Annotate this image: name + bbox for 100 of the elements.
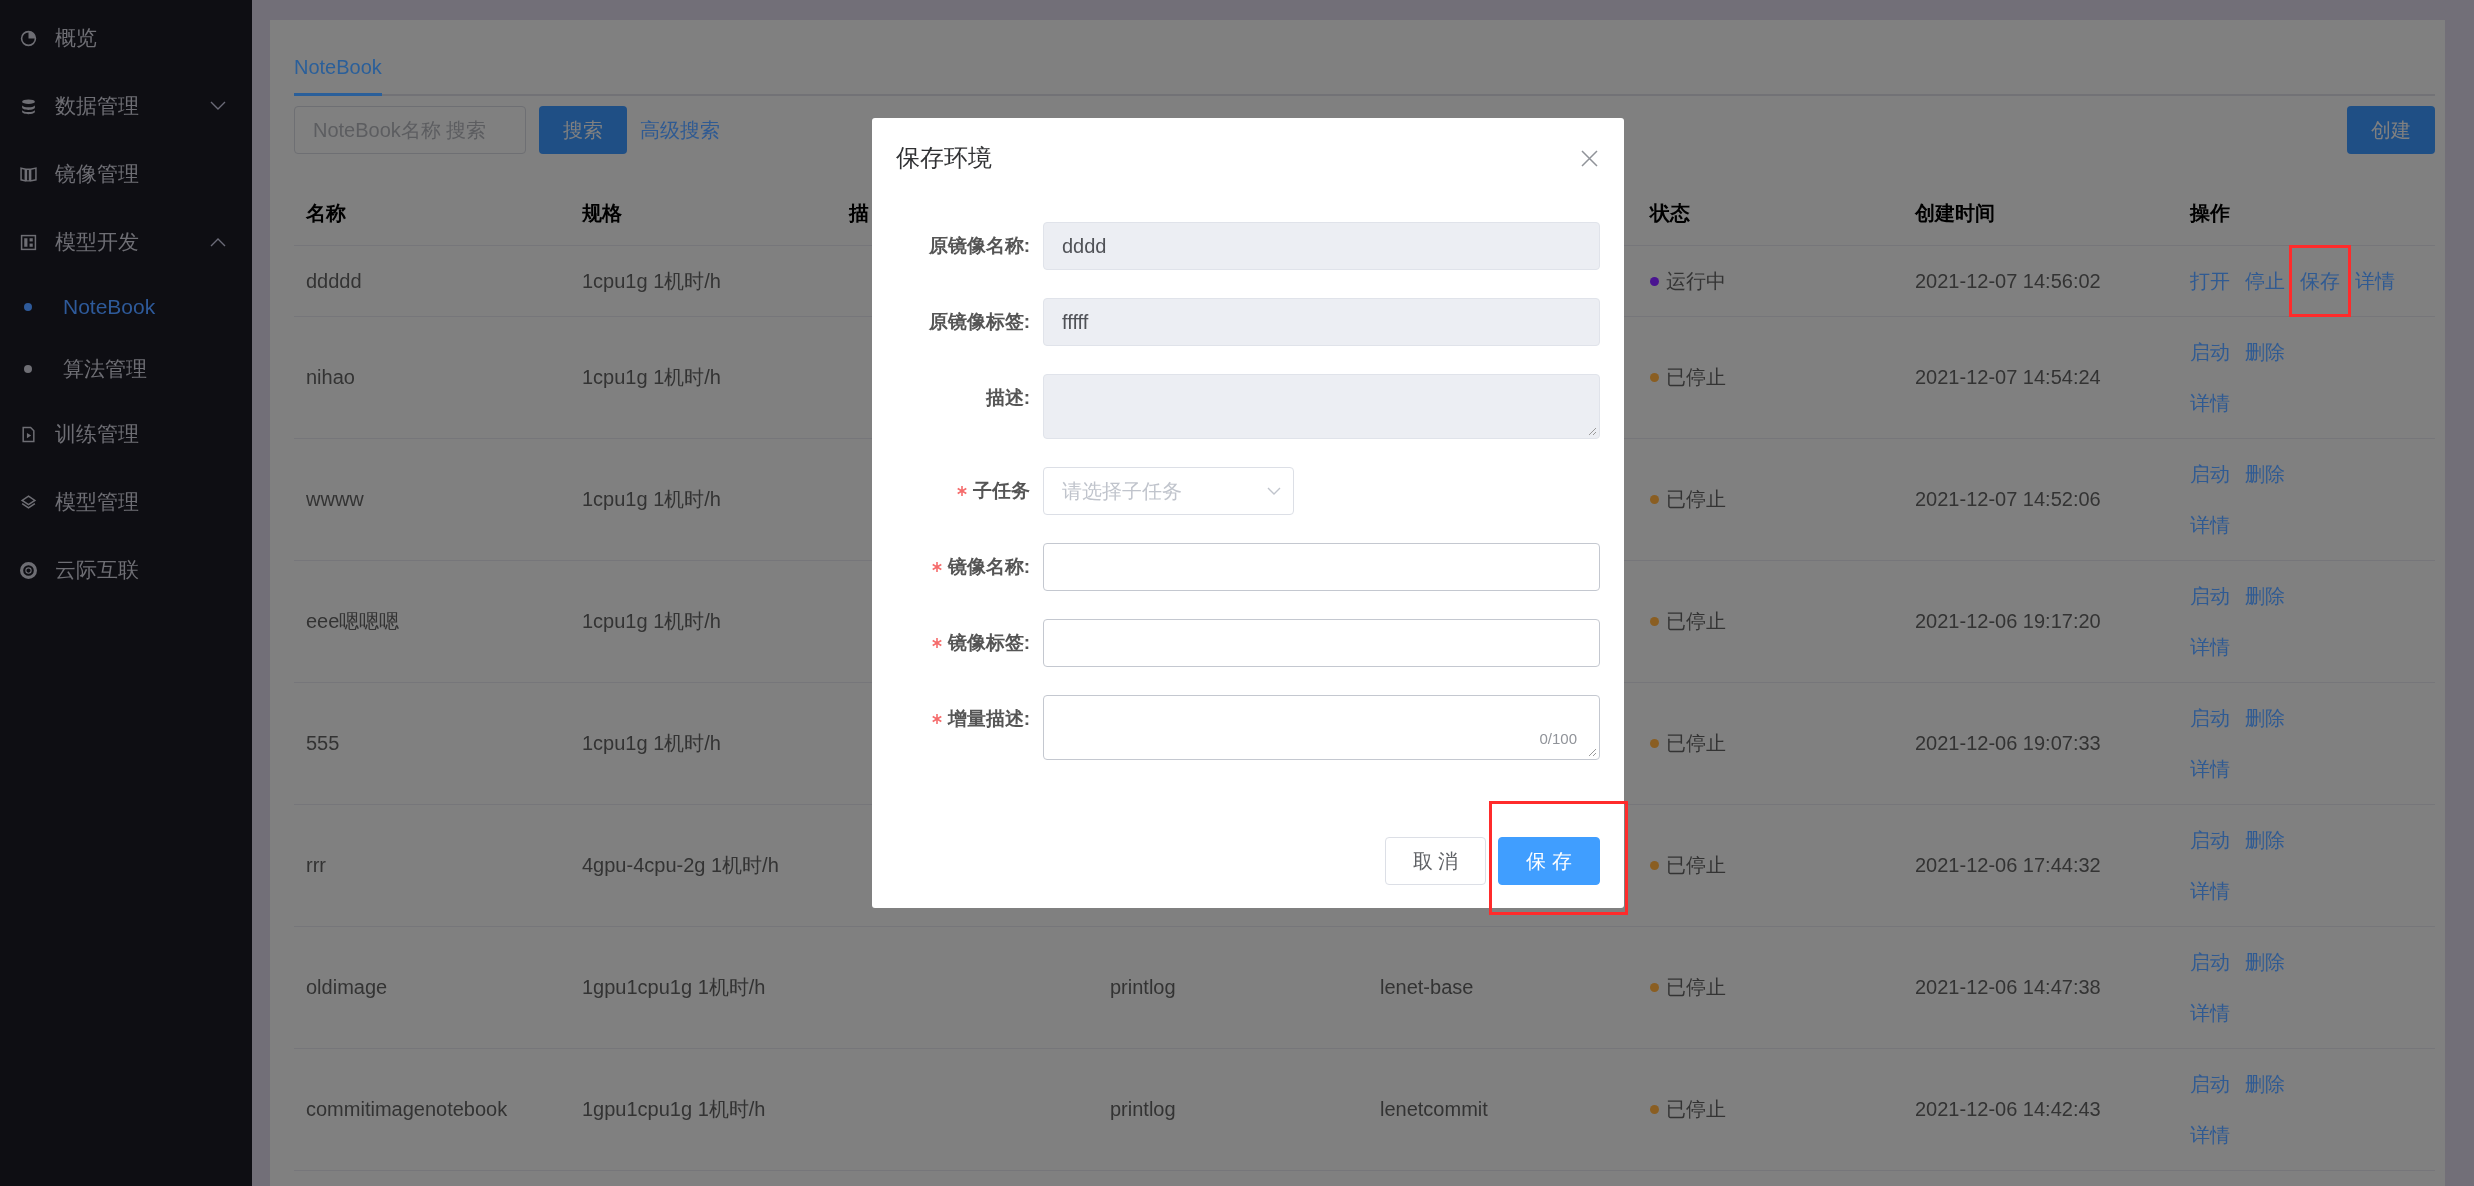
- table-cell-text: 1cpu1g 1机时/h: [581, 268, 722, 294]
- table-cell-text: eee嗯嗯嗯: [305, 609, 401, 634]
- table-cell-text: 2021-12-07 14:54:24: [1914, 365, 2102, 390]
- action-link[interactable]: 保存: [2300, 270, 2340, 292]
- field-label: 子任务: [973, 479, 1030, 503]
- column-header: 描: [847, 201, 870, 226]
- sidebar-item[interactable]: 模型管理: [0, 468, 252, 536]
- dot-icon: [24, 303, 32, 311]
- status-text: 已停止: [1666, 487, 1726, 512]
- status-text: 已停止: [1666, 1097, 1726, 1122]
- action-link[interactable]: 删除: [2245, 1073, 2285, 1095]
- menu-item-icon: [20, 425, 37, 443]
- table-cell-text: ddddd: [305, 268, 363, 294]
- action-link[interactable]: 启动: [2190, 1073, 2230, 1095]
- save-button[interactable]: 保 存: [1498, 837, 1600, 885]
- select-field[interactable]: 请选择子任务: [1043, 467, 1294, 515]
- action-link[interactable]: 详情: [2355, 270, 2395, 292]
- advanced-search-link[interactable]: 高级搜索: [640, 116, 720, 144]
- sidebar-item[interactable]: 镜像管理: [0, 140, 252, 208]
- action-link[interactable]: 删除: [2245, 707, 2285, 729]
- action-link[interactable]: 停止: [2245, 270, 2285, 292]
- action-link[interactable]: 详情: [2190, 392, 2230, 414]
- table-cell-text: 1cpu1g 1机时/h: [581, 365, 722, 390]
- status-text: 已停止: [1666, 609, 1726, 634]
- action-link[interactable]: 删除: [2245, 463, 2285, 485]
- table-cell-text: printlog: [1109, 975, 1177, 1000]
- create-button[interactable]: 创建: [2347, 106, 2435, 154]
- field-label: 镜像标签:: [947, 631, 1030, 655]
- table-cell-text: 2021-12-07 14:52:06: [1914, 487, 2102, 512]
- action-link[interactable]: 详情: [2190, 1124, 2230, 1146]
- column-header: 名称: [305, 201, 347, 226]
- dot-icon: [24, 365, 32, 373]
- column-header: 操作: [2188, 201, 2231, 226]
- status-text: 已停止: [1666, 731, 1726, 756]
- sidebar-item[interactable]: 云际互联: [0, 536, 252, 604]
- action-link[interactable]: 删除: [2245, 341, 2285, 363]
- field-label: 原镜像标签:: [928, 310, 1030, 334]
- table-cell-text: 2021-12-06 14:47:38: [1914, 975, 2102, 1000]
- table-cell-text: rrr: [305, 853, 327, 878]
- table-cell-text: printlog: [1109, 1097, 1177, 1122]
- action-link[interactable]: 详情: [2190, 514, 2230, 536]
- table-cell-text: 1gpu1cpu1g 1机时/h: [581, 1097, 767, 1122]
- textarea-field[interactable]: 0/100: [1043, 695, 1600, 760]
- action-link[interactable]: 删除: [2245, 585, 2285, 607]
- field-label: 描述:: [985, 386, 1030, 410]
- table-cell-text: oldimage: [305, 975, 389, 1000]
- close-icon[interactable]: [1581, 149, 1598, 167]
- table-cell-text: lenet-base: [1379, 975, 1475, 1000]
- table-cell-text: 4gpu-4cpu-2g 1机时/h: [581, 853, 780, 878]
- table-cell-text: 555: [305, 731, 341, 756]
- table-cell-text: 2021-12-06 14:42:43: [1914, 1097, 2102, 1122]
- table-cell-text: 1cpu1g 1机时/h: [581, 487, 722, 512]
- sidebar-subitem[interactable]: NoteBook: [0, 276, 252, 338]
- table-cell-text: nihao: [305, 365, 356, 390]
- tab[interactable]: NoteBook: [294, 56, 382, 96]
- field-label: 增量描述:: [947, 707, 1030, 731]
- column-header: 状态: [1648, 201, 1691, 226]
- menu-item-icon: [20, 97, 37, 115]
- table-cell-text: commitimagenotebook: [305, 1097, 509, 1122]
- action-link[interactable]: 删除: [2245, 829, 2285, 851]
- action-link[interactable]: 启动: [2190, 829, 2230, 851]
- dialog-title: 保存环境: [896, 143, 992, 173]
- resize-grip-icon[interactable]: [1587, 747, 1597, 757]
- character-counter: 0/100: [1539, 730, 1577, 747]
- action-link[interactable]: 详情: [2190, 636, 2230, 658]
- action-link[interactable]: 打开: [2190, 270, 2230, 292]
- sidebar-subitem[interactable]: 算法管理: [0, 338, 252, 400]
- table-cell-text: 2021-12-07 14:56:02: [1914, 268, 2102, 294]
- status-text: 已停止: [1666, 365, 1726, 390]
- caret-icon: [1267, 486, 1281, 496]
- action-link[interactable]: 详情: [2190, 758, 2230, 780]
- table-cell-text: 1cpu1g 1机时/h: [581, 609, 722, 634]
- sidebar-item[interactable]: 概览: [0, 4, 252, 72]
- table-cell-text: wwww: [305, 487, 365, 512]
- field-label: 原镜像名称:: [928, 234, 1030, 258]
- column-header: 规格: [581, 201, 623, 226]
- chevron-down-icon[interactable]: [210, 101, 226, 111]
- search-button[interactable]: 搜索: [539, 106, 627, 154]
- action-link[interactable]: 删除: [2245, 951, 2285, 973]
- table-cell-text: 2021-12-06 19:07:33: [1914, 731, 2102, 756]
- table-cell-text: 2021-12-06 17:44:32: [1914, 853, 2102, 878]
- action-link[interactable]: 启动: [2190, 341, 2230, 363]
- table-cell-text: lenetcommit: [1379, 1097, 1489, 1122]
- action-link[interactable]: 详情: [2190, 1002, 2230, 1024]
- action-link[interactable]: 启动: [2190, 463, 2230, 485]
- sidebar-item[interactable]: 训练管理: [0, 400, 252, 468]
- text-field[interactable]: [1043, 619, 1600, 667]
- menu-item-icon: [20, 29, 37, 47]
- action-link[interactable]: 启动: [2190, 585, 2230, 607]
- action-link[interactable]: 详情: [2190, 880, 2230, 902]
- menu-item-icon: [20, 165, 37, 183]
- action-link[interactable]: 启动: [2190, 951, 2230, 973]
- cancel-button[interactable]: 取 消: [1384, 837, 1487, 885]
- sidebar-item[interactable]: 数据管理: [0, 72, 252, 140]
- column-header: 创建时间: [1913, 201, 1996, 226]
- sidebar-item[interactable]: 模型开发: [0, 208, 252, 276]
- chevron-up-icon[interactable]: [210, 237, 226, 247]
- status-text: 已停止: [1666, 853, 1726, 878]
- action-link[interactable]: 启动: [2190, 707, 2230, 729]
- text-field[interactable]: [1043, 543, 1600, 591]
